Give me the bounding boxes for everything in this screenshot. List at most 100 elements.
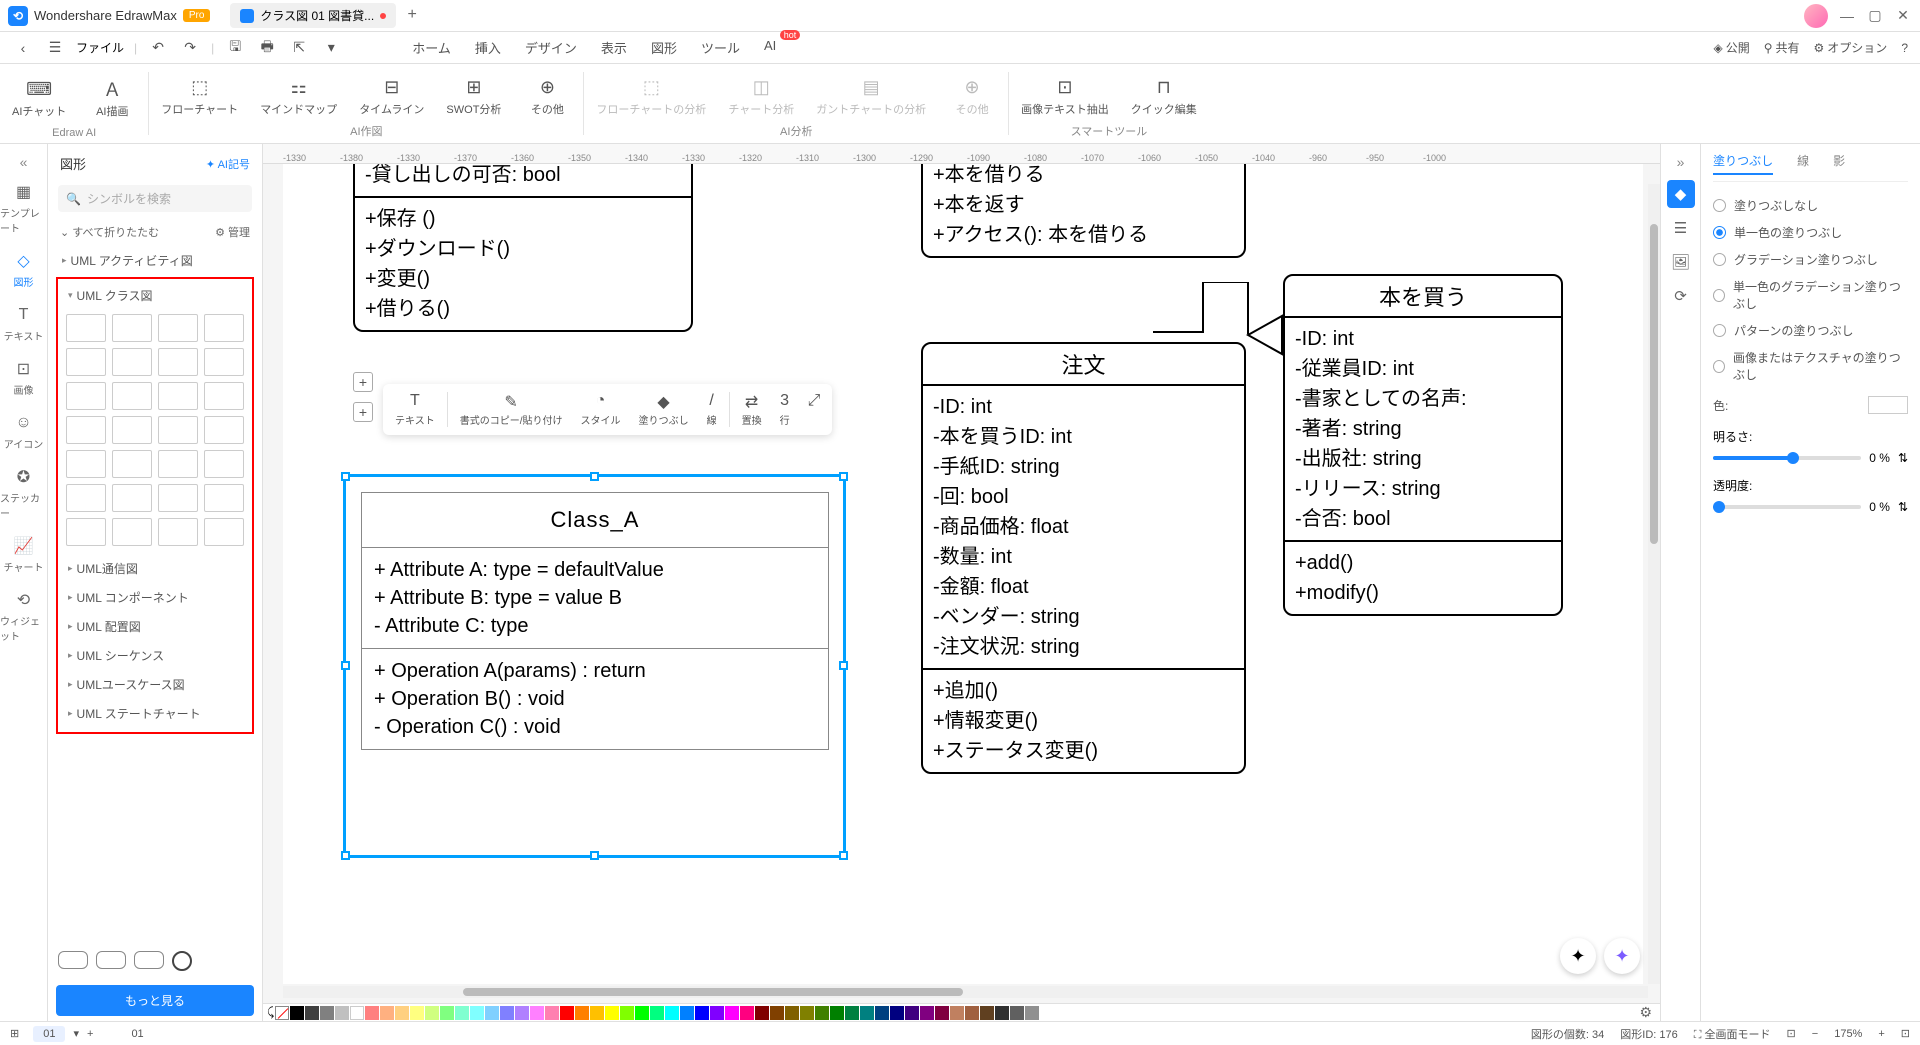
cat-usecase[interactable]: UMLユースケース図 [60, 670, 250, 699]
rail-chart[interactable]: 📈チャート [0, 528, 47, 582]
shape-thumb[interactable] [158, 348, 198, 376]
export-icon[interactable]: ⇱ [288, 37, 310, 59]
color-swatch[interactable] [1025, 1006, 1039, 1020]
color-swatch[interactable] [755, 1006, 769, 1020]
color-swatch[interactable] [440, 1006, 454, 1020]
rail-template[interactable]: ▦テンプレート [0, 174, 47, 243]
row-count[interactable]: 3行 [772, 388, 798, 431]
tab-shadow[interactable]: 影 [1833, 152, 1845, 175]
color-swatch[interactable] [335, 1006, 349, 1020]
cat-state[interactable]: UML ステートチャート [60, 699, 250, 728]
shape-thumb[interactable] [158, 382, 198, 410]
save-icon[interactable]: 🖫 [224, 37, 246, 59]
fill-none-radio[interactable]: 塗りつぶしなし [1713, 192, 1908, 219]
style-button[interactable]: ◔スタイル [572, 388, 628, 431]
color-swatch[interactable] [665, 1006, 679, 1020]
color-swatch[interactable] [710, 1006, 724, 1020]
uml-class-buybook[interactable]: 本を買う -ID: int -従業員ID: int -書家としての名声: -著者… [1283, 274, 1563, 616]
quick-edit-button[interactable]: ⊓クイック編集 [1131, 70, 1197, 123]
color-swatch[interactable] [650, 1006, 664, 1020]
shape-thumb[interactable] [204, 348, 244, 376]
tab-fill[interactable]: 塗りつぶし [1713, 152, 1773, 175]
shape-thumb[interactable] [204, 416, 244, 444]
color-swatch[interactable] [815, 1006, 829, 1020]
close-button[interactable]: ✕ [1894, 7, 1912, 25]
color-swatch[interactable] [575, 1006, 589, 1020]
maximize-button[interactable]: ▢ [1866, 7, 1884, 25]
shape-thumb[interactable] [66, 348, 106, 376]
fullscreen-button[interactable]: ⛶ 全画面モード [1694, 1026, 1771, 1042]
shape-thumb[interactable] [158, 450, 198, 478]
print-icon[interactable]: 🖶 [256, 37, 278, 59]
menu-design[interactable]: デザイン [525, 38, 577, 57]
fill-solid-radio[interactable]: 単一色の塗りつぶし [1713, 219, 1908, 246]
mindmap-button[interactable]: ⚏マインドマップ [260, 70, 337, 123]
share-button[interactable]: ⚲ 共有 [1764, 39, 1800, 56]
cat-activity[interactable]: UML アクティビティ図 [54, 246, 256, 275]
text-tab-icon[interactable]: ☰ [1667, 214, 1695, 242]
file-menu[interactable]: ファイル [76, 39, 124, 56]
color-swatch[interactable] [365, 1006, 379, 1020]
shapes-search-input[interactable]: 🔍 シンボルを検索 [58, 185, 252, 212]
replace-button[interactable]: ⇄置換 [734, 388, 770, 431]
undo-button[interactable]: ↶ [147, 37, 169, 59]
color-swatch[interactable] [980, 1006, 994, 1020]
color-swatch[interactable] [470, 1006, 484, 1020]
color-swatch[interactable] [395, 1006, 409, 1020]
fill-tab-icon[interactable]: ◆ [1667, 180, 1695, 208]
collapse-right-icon[interactable]: » [1661, 150, 1700, 174]
uml-class-book[interactable]: -貸し出しの可否: bool +保存 () +ダウンロード() +変更() +借… [353, 164, 693, 332]
shape-thumb[interactable] [112, 382, 152, 410]
stepper-icon[interactable]: ⇅ [1898, 451, 1908, 465]
minimize-button[interactable]: — [1838, 7, 1856, 25]
sparkle-fab[interactable]: ✦ [1560, 938, 1596, 974]
color-swatch[interactable] [305, 1006, 319, 1020]
recent-shape[interactable] [58, 951, 88, 969]
flowchart-button[interactable]: ⬚フローチャート [161, 70, 238, 123]
shape-thumb[interactable] [158, 518, 198, 546]
color-swatch[interactable] [785, 1006, 799, 1020]
ai-draw-button[interactable]: ＡAI描画 [88, 70, 136, 127]
sheet-tab[interactable]: 01 [33, 1026, 65, 1042]
help-icon[interactable]: ? [1901, 41, 1908, 55]
menu-view[interactable]: 表示 [601, 38, 627, 57]
color-swatch[interactable] [770, 1006, 784, 1020]
ai-sign-button[interactable]: ✦ AI記号 [206, 156, 250, 172]
sheet-menu-icon[interactable]: ▾ [73, 1027, 79, 1040]
ai-chat-button[interactable]: ⌨AIチャット [12, 70, 66, 127]
color-swatch[interactable] [800, 1006, 814, 1020]
shape-thumb[interactable] [66, 314, 106, 342]
rail-icon[interactable]: ☺アイコン [0, 405, 47, 459]
color-swatch[interactable] [425, 1006, 439, 1020]
no-fill-swatch[interactable] [275, 1006, 289, 1020]
cat-seq[interactable]: UML シーケンス [60, 641, 250, 670]
expand-icon[interactable]: ⤢ [800, 388, 829, 431]
options-button[interactable]: ⚙ オプション [1814, 39, 1888, 56]
eyedropper-icon[interactable]: ⤹ [267, 1005, 274, 1020]
text-tool-button[interactable]: Tテキスト [387, 388, 443, 431]
rail-text[interactable]: Tテキスト [0, 297, 47, 351]
add-sheet-button[interactable]: + [87, 1028, 93, 1040]
menu-home[interactable]: ホーム [412, 38, 451, 57]
color-swatch[interactable] [845, 1006, 859, 1020]
fill-button[interactable]: ◆塗りつぶし [630, 388, 696, 431]
color-swatch[interactable] [290, 1006, 304, 1020]
color-swatch[interactable] [410, 1006, 424, 1020]
shape-thumb[interactable] [158, 416, 198, 444]
swot-button[interactable]: ⊞SWOT分析 [446, 70, 501, 123]
menu-tool[interactable]: ツール [701, 38, 740, 57]
shape-thumb[interactable] [112, 314, 152, 342]
back-button[interactable]: ‹ [12, 37, 34, 59]
shape-thumb[interactable] [66, 518, 106, 546]
color-swatch[interactable] [515, 1006, 529, 1020]
color-swatch[interactable] [350, 1006, 364, 1020]
color-swatch[interactable] [890, 1006, 904, 1020]
shape-thumb[interactable] [112, 348, 152, 376]
color-swatch[interactable] [590, 1006, 604, 1020]
image-text-button[interactable]: ⊡画像テキスト抽出 [1021, 70, 1109, 123]
color-swatch[interactable] [485, 1006, 499, 1020]
timeline-button[interactable]: ⊟タイムライン [359, 70, 424, 123]
rail-widget[interactable]: ⟲ウィジェット [0, 582, 47, 651]
zoom-fit-icon[interactable]: ⊡ [1901, 1027, 1910, 1040]
chevron-down-icon[interactable]: ▾ [320, 37, 342, 59]
